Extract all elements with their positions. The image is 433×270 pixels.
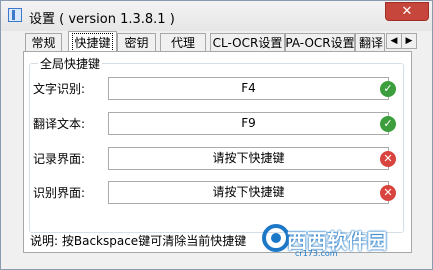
group-title: 全局快捷键 [38, 55, 103, 72]
tab-proxy[interactable]: 代理 [160, 33, 206, 51]
tab-translate[interactable]: 翻译 [355, 33, 385, 51]
record-ui-hotkey-label: 记录界面: [33, 152, 86, 166]
translate-hotkey-label: 翻译文本: [33, 117, 86, 131]
window-title: 设置 ( version 1.3.8.1 ) [29, 12, 175, 27]
tab-keys[interactable]: 密钥 [117, 33, 156, 51]
tab-cl-ocr[interactable]: CL-OCR设置 [210, 33, 285, 51]
recognize-ui-hotkey-field[interactable]: 请按下快捷键 [108, 181, 389, 204]
check-icon: ✓ [380, 81, 396, 97]
app-icon [8, 8, 22, 22]
close-button[interactable]: ✕ [385, 2, 429, 21]
error-icon: ✕ [380, 151, 396, 167]
title-bar[interactable]: 设置 ( version 1.3.8.1 ) ✕ [1, 1, 432, 31]
check-icon: ✓ [380, 116, 396, 132]
settings-window: 设置 ( version 1.3.8.1 ) ✕ 常规 快捷键 密钥 代理 CL… [0, 0, 433, 270]
tab-general[interactable]: 常规 [25, 33, 62, 51]
tab-hotkeys[interactable]: 快捷键 [68, 31, 117, 52]
recognize-ui-hotkey-label: 识别界面: [33, 186, 86, 200]
watermark-logo: 西西软件园 cr173.com [259, 219, 419, 259]
tab-bar: 常规 快捷键 密钥 代理 CL-OCR设置 PA-OCR设置 翻译 ◀ ▶ [1, 31, 432, 52]
ocr-hotkey-field[interactable]: F4 [108, 77, 389, 100]
tab-pa-ocr[interactable]: PA-OCR设置 [285, 33, 355, 51]
error-icon: ✕ [380, 185, 396, 201]
tab-scroll-left-button[interactable]: ◀ [386, 33, 402, 49]
watermark-subtext: cr173.com [295, 249, 338, 258]
tab-scroll-right-button[interactable]: ▶ [401, 33, 417, 49]
ocr-hotkey-label: 文字识别: [33, 82, 86, 96]
record-ui-hotkey-field[interactable]: 请按下快捷键 [108, 147, 389, 170]
translate-hotkey-field[interactable]: F9 [108, 112, 389, 135]
hotkey-note: 说明: 按Backspace键可清除当前快捷键 [30, 234, 247, 248]
